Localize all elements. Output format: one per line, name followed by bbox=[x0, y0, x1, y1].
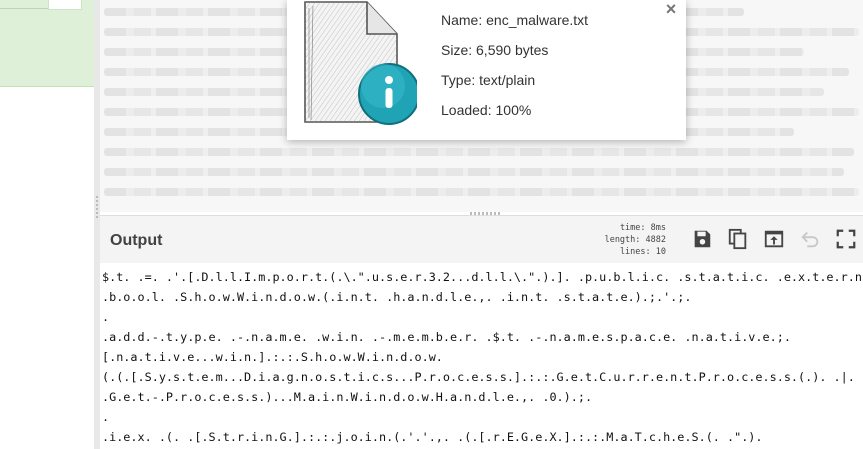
output-line: . bbox=[102, 410, 110, 424]
maximise-icon[interactable] bbox=[835, 228, 857, 250]
output-line: .i.e.x. .(. .[.S.t.r.i.n.G.].:.:.j.o.i.n… bbox=[102, 430, 763, 444]
output-line: .b.o.o.l. .S.h.o.w.W.i.n.d.o.w.(.i.n.t. … bbox=[102, 290, 692, 304]
output-stat-time: time: 8ms bbox=[619, 223, 666, 233]
copy-icon[interactable] bbox=[727, 228, 749, 250]
output-line: .a.d.d.-.t.y.p.e. .-.n.a.m.e. .w.i.n. .-… bbox=[102, 330, 791, 344]
left-panel-highlight bbox=[0, 0, 94, 87]
output-stat-length: length: 4882 bbox=[604, 235, 666, 245]
replace-input-icon[interactable] bbox=[763, 228, 785, 250]
output-line: .G.e.t.-.P.r.o.c.e.s.s.)...M.a.i.n.W.i.n… bbox=[102, 390, 593, 404]
file-info-icon bbox=[297, 0, 420, 130]
input-text-line bbox=[104, 168, 844, 176]
left-panel-divider bbox=[0, 8, 48, 9]
output-line: $.t. .=. .'.[.D.l.l.I.m.p.o.r.t.(.\.".u.… bbox=[102, 270, 863, 284]
output-title: Output bbox=[110, 232, 163, 249]
output-header: Output time: 8ms length: 4882 lines: 10 bbox=[100, 215, 863, 264]
output-line: [.n.a.t.i.v.e...w.i.n.].:.:.S.h.o.w.W.i.… bbox=[102, 350, 443, 364]
file-size-text: Size: 6,590 bytes bbox=[441, 42, 549, 58]
output-stat-lines: lines: 10 bbox=[619, 247, 666, 257]
left-panel bbox=[0, 0, 94, 449]
output-stats: time: 8ms length: 4882 lines: 10 bbox=[578, 222, 666, 258]
close-icon[interactable]: × bbox=[663, 0, 679, 18]
file-loaded-text: Loaded: 100% bbox=[441, 102, 532, 118]
file-details-popup: × Name: enc_malware.txt Size: 6,590 byte… bbox=[287, 0, 686, 140]
output-line: (.(.[.S.y.s.t.e.m...D.i.a.g.n.o.s.t.i.c.… bbox=[102, 370, 855, 384]
output-line: . bbox=[102, 310, 110, 324]
file-name-text: Name: enc_malware.txt bbox=[441, 12, 589, 28]
file-type-text: Type: text/plain bbox=[441, 72, 536, 88]
output-text-area[interactable]: $.t. .=. .'.[.D.l.l.I.m.p.o.r.t.(.\.".u.… bbox=[100, 263, 863, 449]
save-icon[interactable] bbox=[691, 228, 713, 250]
undo-icon[interactable] bbox=[799, 228, 821, 250]
column-resizer-grip[interactable] bbox=[96, 196, 98, 220]
left-panel-tab[interactable] bbox=[48, 0, 82, 10]
input-text-line bbox=[104, 188, 859, 196]
output-text[interactable]: $.t. .=. .'.[.D.l.l.I.m.p.o.r.t.(.\.".u.… bbox=[102, 267, 863, 447]
input-text-line bbox=[104, 148, 854, 156]
